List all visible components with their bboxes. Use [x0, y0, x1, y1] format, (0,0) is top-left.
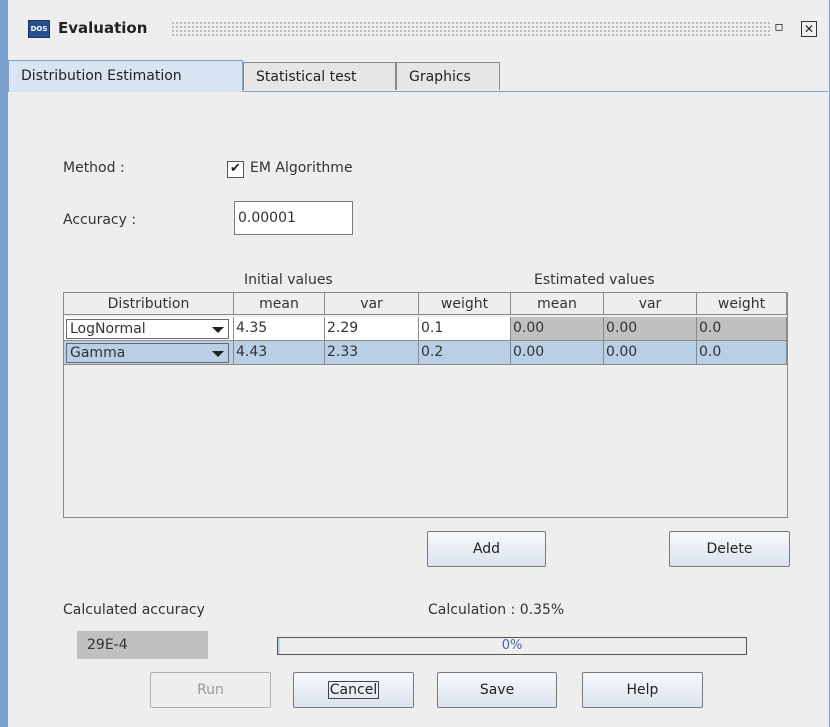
title-bar-texture: [171, 21, 771, 37]
accuracy-label: Accuracy :: [63, 212, 137, 228]
title-bar[interactable]: DOS Evaluation ▫ ✕: [8, 12, 828, 52]
tab-bar: Distribution Estimation Statistical test…: [8, 60, 828, 92]
dropdown-arrow-icon[interactable]: [212, 351, 224, 357]
col-est-weight[interactable]: weight: [697, 293, 787, 315]
init-var-cell[interactable]: 2.29: [325, 317, 419, 341]
progress-text: 0%: [501, 638, 523, 653]
init-mean-cell[interactable]: 4.43: [234, 341, 325, 365]
estimated-values-header: Estimated values: [534, 272, 655, 288]
distribution-select[interactable]: LogNormal: [66, 319, 229, 339]
col-init-mean[interactable]: mean: [234, 293, 325, 315]
table-row[interactable]: Gamma 4.43 2.33 0.2 0.00 0.00 0.0: [64, 341, 787, 365]
em-algorithm-checkbox[interactable]: ✔: [227, 161, 244, 178]
distribution-select[interactable]: Gamma: [66, 343, 229, 363]
progress-bar: 0%: [277, 637, 747, 655]
restore-icon[interactable]: ▫: [770, 18, 788, 36]
cancel-button-label: Cancel: [327, 681, 380, 699]
tab-distribution-estimation[interactable]: Distribution Estimation: [8, 60, 243, 92]
col-init-var[interactable]: var: [325, 293, 419, 315]
est-weight-cell: 0.0: [697, 341, 787, 365]
save-button[interactable]: Save: [437, 672, 557, 708]
col-distribution[interactable]: Distribution: [64, 293, 234, 315]
run-button[interactable]: Run: [150, 672, 271, 708]
distribution-select-value: LogNormal: [70, 321, 146, 337]
method-label: Method :: [63, 160, 125, 176]
init-weight-cell[interactable]: 0.2: [419, 341, 511, 365]
est-mean-cell: 0.00: [511, 317, 604, 341]
est-var-cell: 0.00: [604, 317, 697, 341]
calculated-accuracy-label: Calculated accuracy: [63, 602, 205, 618]
close-icon[interactable]: ✕: [801, 21, 817, 37]
app-icon: DOS: [28, 20, 50, 38]
distribution-cell[interactable]: LogNormal: [64, 317, 234, 341]
cancel-button[interactable]: Cancel: [293, 672, 414, 708]
distribution-cell[interactable]: Gamma: [64, 341, 234, 365]
col-est-var[interactable]: var: [604, 293, 697, 315]
init-mean-cell[interactable]: 4.35: [234, 317, 325, 341]
initial-values-header: Initial values: [244, 272, 333, 288]
tab-statistical-test[interactable]: Statistical test: [243, 62, 396, 90]
calculated-accuracy-value: 29E-4: [77, 631, 208, 659]
est-mean-cell: 0.00: [511, 341, 604, 365]
col-est-mean[interactable]: mean: [511, 293, 604, 315]
em-algorithm-label[interactable]: EM Algorithme: [250, 160, 353, 176]
distribution-table: Distribution mean var weight mean var we…: [63, 292, 788, 518]
col-init-weight[interactable]: weight: [419, 293, 511, 315]
tab-graphics[interactable]: Graphics: [396, 62, 500, 90]
init-weight-cell[interactable]: 0.1: [419, 317, 511, 341]
distribution-select-value: Gamma: [70, 345, 126, 361]
init-var-cell[interactable]: 2.33: [325, 341, 419, 365]
add-button[interactable]: Add: [427, 531, 546, 567]
accuracy-input[interactable]: 0.00001: [234, 201, 353, 235]
table-row[interactable]: LogNormal 4.35 2.29 0.1 0.00 0.00 0.0: [64, 317, 787, 341]
window-title: Evaluation: [58, 19, 148, 37]
est-weight-cell: 0.0: [697, 317, 787, 341]
delete-button[interactable]: Delete: [669, 531, 790, 567]
est-var-cell: 0.00: [604, 341, 697, 365]
dropdown-arrow-icon[interactable]: [212, 327, 224, 333]
help-button[interactable]: Help: [582, 672, 703, 708]
calculation-label: Calculation : 0.35%: [428, 602, 565, 618]
